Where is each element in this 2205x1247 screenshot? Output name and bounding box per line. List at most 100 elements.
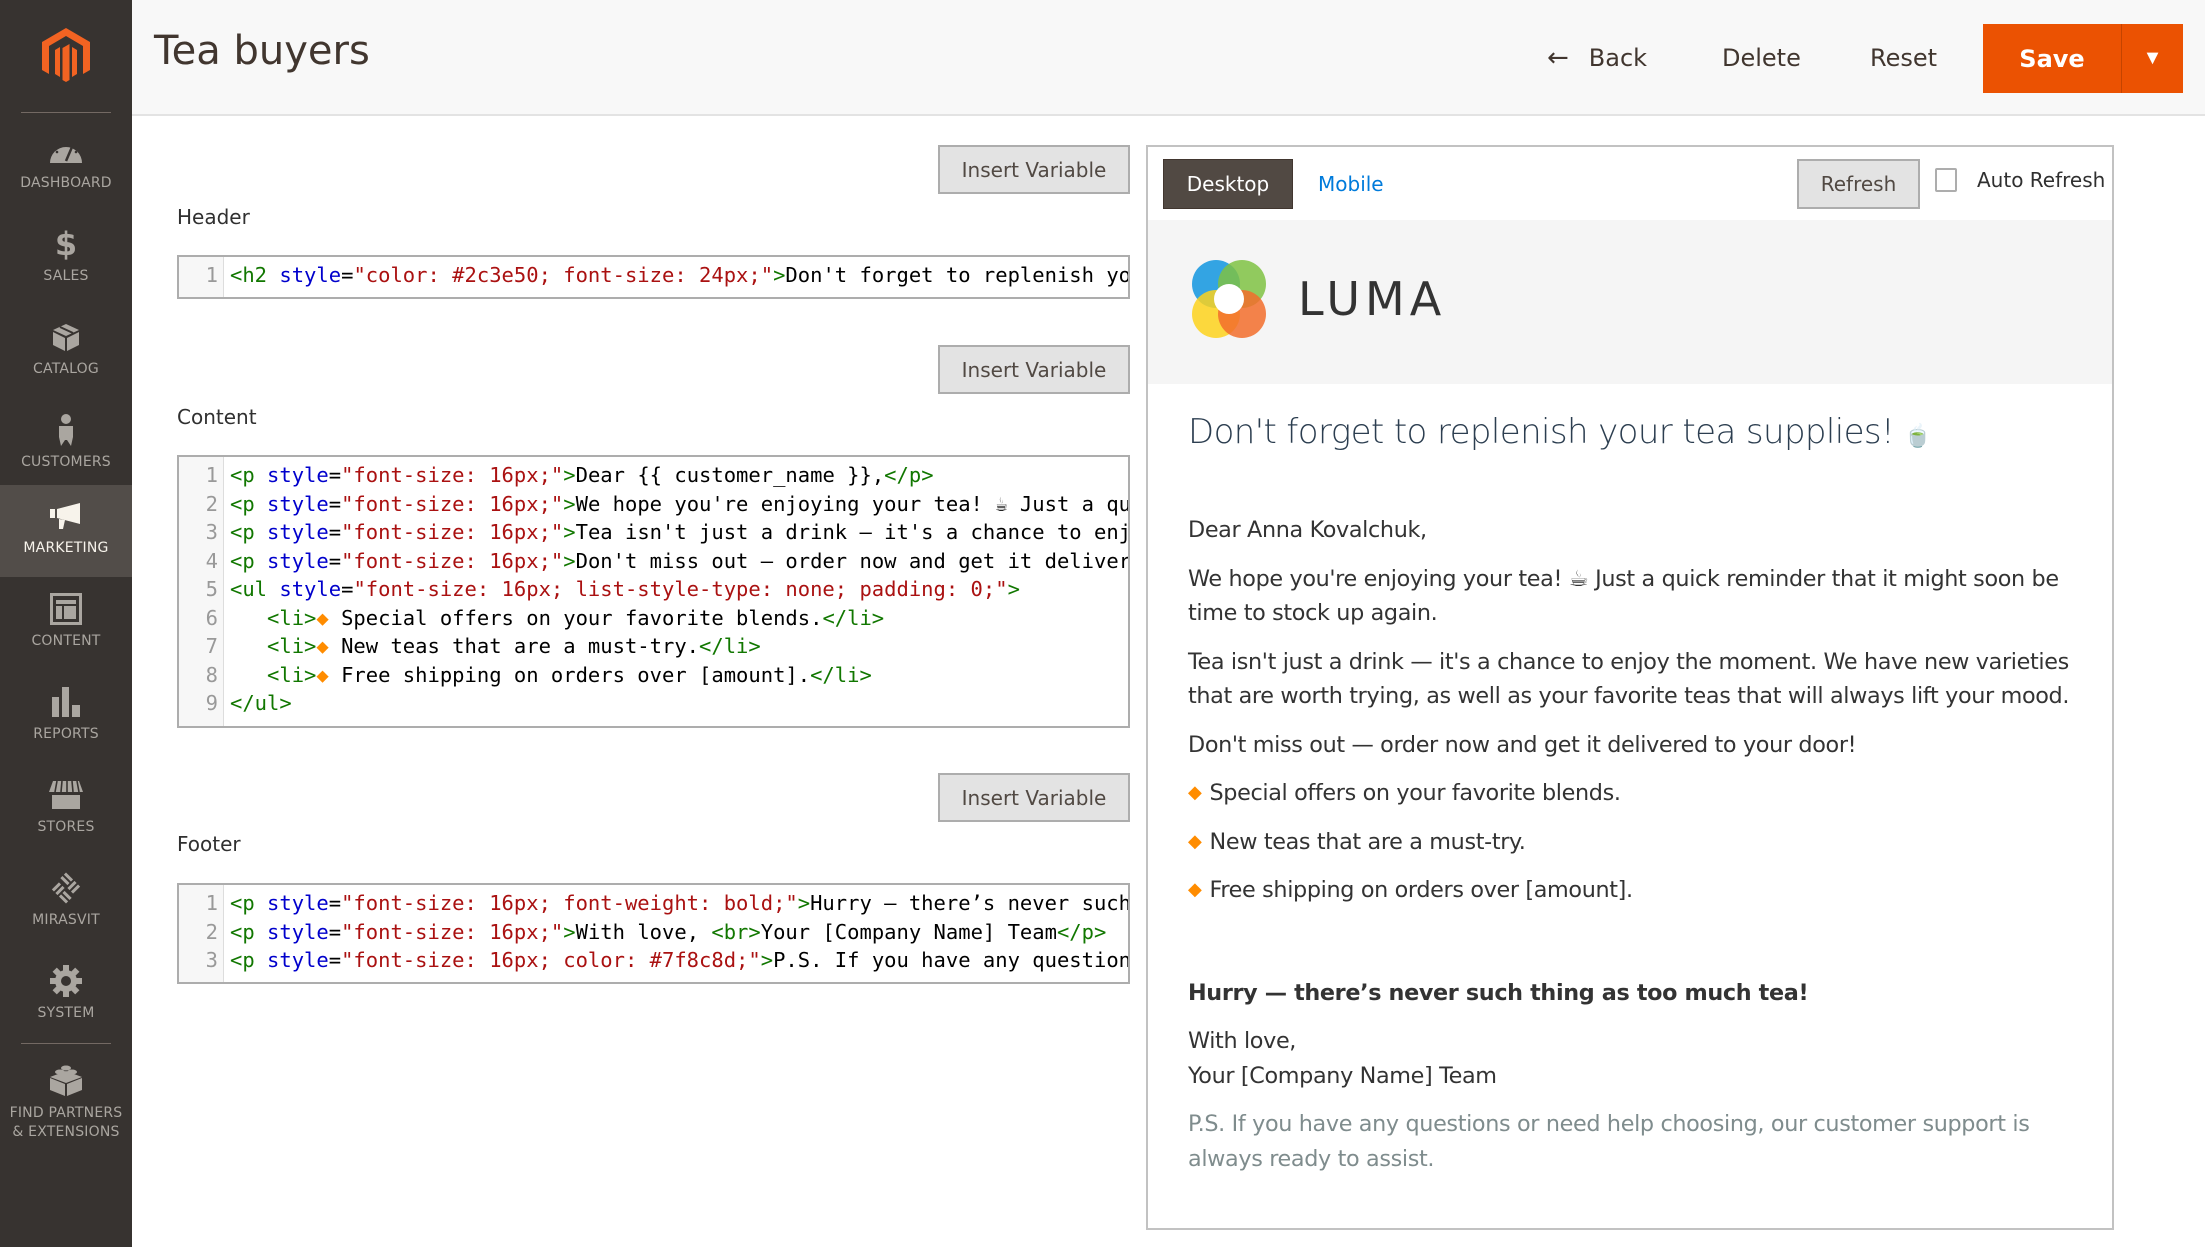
code-string: "color: #2c3e50; font-size: 24px;" — [353, 263, 774, 287]
sidebar-item-label: SYSTEM — [37, 1005, 95, 1021]
diamond-bullet-icon: ◆ — [1188, 830, 1202, 852]
layout-icon — [48, 592, 84, 626]
email-paragraph-1: We hope you're enjoying your tea! ☕ Just… — [1188, 565, 2059, 627]
auto-refresh-checkbox[interactable]: Auto Refresh — [1935, 168, 2105, 192]
dashboard-gauge-icon — [48, 134, 84, 168]
code-plain: Tea isn't just a drink — it's a chance t… — [575, 520, 1130, 544]
sidebar-item-sales[interactable]: $ SALES — [0, 213, 132, 305]
email-greeting: Dear Anna Kovalchuk, — [1188, 517, 1427, 543]
tab-desktop[interactable]: Desktop — [1163, 159, 1293, 209]
code-line[interactable]: 1 <h2 style="color: #2c3e50; font-size: 2… — [179, 261, 1128, 290]
code-line[interactable]: 2 <p style="font-size: 16px;">With love, … — [179, 918, 1128, 947]
code-line[interactable]: 4 <p style="font-size: 16px;">Don't miss … — [179, 547, 1128, 576]
code-plain: Hurry — there’s never such thing as too … — [810, 891, 1130, 915]
code-line[interactable]: 5 <ul style="font-size: 16px; list-style-… — [179, 575, 1128, 604]
sidebar-item-system[interactable]: SYSTEM — [0, 950, 132, 1042]
sidebar-item-mirasvit[interactable]: MIRASVIT — [0, 857, 132, 949]
admin-sidebar: DASHBOARD $ SALES CATALOG CUSTOMERS MARK… — [0, 0, 132, 1247]
email-list-item: ◆ Free shipping on orders over [amount]. — [1188, 873, 2088, 908]
email-signoff-line1: With love, — [1188, 1028, 1297, 1054]
code-line[interactable]: 2 <p style="font-size: 16px;">We hope you… — [179, 490, 1128, 519]
code-plain: Don't forget to replenish your tea suppl… — [785, 263, 1130, 287]
magento-logo[interactable] — [0, 0, 132, 112]
code-plain: = — [341, 577, 354, 601]
code-text: <p style="font-size: 16px; color: #7f8c8… — [224, 946, 1128, 975]
insert-variable-button-header[interactable]: Insert Variable — [938, 145, 1130, 194]
code-text: <p style="font-size: 16px;">Dear {{ cust… — [224, 461, 934, 490]
code-tag: <p — [230, 463, 268, 487]
insert-variable-button-footer[interactable]: Insert Variable — [938, 773, 1130, 822]
caret-down-icon: ▼ — [2142, 47, 2163, 69]
code-line[interactable]: 8 <li>◆ Free shipping on orders over [am… — [179, 661, 1128, 690]
save-button[interactable]: Save — [1983, 24, 2121, 93]
sidebar-item-stores[interactable]: STORES — [0, 764, 132, 856]
code-tag: </li> — [699, 634, 761, 658]
code-plain: = — [328, 463, 342, 487]
insert-variable-button-content[interactable]: Insert Variable — [938, 345, 1130, 394]
code-text: <ul style="font-size: 16px; list-style-t… — [224, 575, 1020, 604]
email-signoff-line2: Your [Company Name] Team — [1188, 1062, 1497, 1089]
storefront-icon — [48, 778, 84, 812]
lego-brick-icon — [48, 1064, 84, 1098]
sidebar-item-content[interactable]: CONTENT — [0, 578, 132, 670]
sidebar-item-marketing[interactable]: MARKETING — [0, 485, 132, 577]
code-string: "font-size: 16px; font-weight: bold;" — [341, 891, 798, 915]
code-text: <li>◆ Special offers on your favorite bl… — [224, 604, 884, 633]
sidebar-item-customers[interactable]: CUSTOMERS — [0, 399, 132, 491]
sidebar-item-label: MIRASVIT — [32, 912, 100, 928]
find-partners-line2: & EXTENSIONS — [12, 1124, 120, 1140]
sidebar-item-reports[interactable]: REPORTS — [0, 671, 132, 763]
code-tag: </li> — [822, 605, 885, 630]
code-plain: We hope you're enjoying your tea! ☕ Just… — [575, 491, 1130, 516]
bar-chart-icon — [48, 685, 84, 719]
code-tag: > — [797, 891, 811, 915]
megaphone-icon — [48, 499, 84, 533]
email-list-item-text: Special offers on your favorite blends. — [1209, 780, 1621, 806]
diamond-glyph-icon: ◆ — [316, 605, 329, 630]
sidebar-item-find-partners[interactable]: FIND PARTNERS & EXTENSIONS — [0, 1050, 132, 1160]
code-line[interactable]: 1 <p style="font-size: 16px;">Dear {{ cus… — [179, 461, 1128, 490]
header-code-editor[interactable]: 1 <h2 style="color: #2c3e50; font-size: 2… — [177, 255, 1130, 299]
code-plain: = — [328, 948, 342, 972]
email-body: Don't forget to replenish your tea suppl… — [1188, 410, 2088, 1176]
email-list-item-text: Free shipping on orders over [amount]. — [1209, 877, 1634, 903]
delete-button[interactable]: Delete — [1722, 37, 1801, 79]
reset-button[interactable]: Reset — [1870, 37, 1937, 79]
code-plain — [230, 663, 267, 687]
sidebar-divider — [21, 112, 111, 113]
tab-mobile[interactable]: Mobile — [1318, 159, 1384, 209]
code-line[interactable]: 3 <p style="font-size: 16px; color: #7f8c… — [179, 946, 1128, 975]
code-line[interactable]: 9 </ul> — [179, 689, 1128, 718]
back-button[interactable]: ← Back — [1547, 37, 1647, 79]
sidebar-item-label: FIND PARTNERS & EXTENSIONS — [10, 1104, 123, 1142]
line-number: 2 — [205, 491, 218, 516]
content-code-editor[interactable]: 1 <p style="font-size: 16px;">Dear {{ cus… — [177, 455, 1130, 728]
line-number: 3 — [205, 948, 218, 972]
code-tag: > — [563, 463, 576, 487]
dollar-icon: $ — [54, 225, 78, 263]
arrow-left-icon: ← — [1547, 43, 1569, 73]
checkbox-box[interactable] — [1935, 168, 1957, 192]
code-tag: <p — [230, 891, 268, 915]
line-number: 4 — [205, 548, 218, 573]
code-string: "font-size: 16px;" — [341, 919, 564, 944]
sidebar-item-catalog[interactable]: CATALOG — [0, 306, 132, 398]
email-signoff: With love, Your [Company Name] Team — [1188, 1024, 2088, 1093]
code-tag: <p — [230, 548, 268, 573]
code-line[interactable]: 3 <p style="font-size: 16px;">Tea isn't j… — [179, 518, 1128, 547]
code-line[interactable]: 6 <li>◆ Special offers on your favorite … — [179, 604, 1128, 633]
code-text: <p style="font-size: 16px;">With love, <… — [224, 918, 1106, 947]
sidebar-item-label: CONTENT — [31, 633, 101, 649]
line-number: 5 — [205, 577, 218, 601]
footer-code-editor[interactable]: 1 <p style="font-size: 16px; font-weight:… — [177, 883, 1130, 984]
refresh-button[interactable]: Refresh — [1797, 159, 1920, 209]
code-attribute: style — [279, 577, 342, 601]
sidebar-item-dashboard[interactable]: DASHBOARD — [0, 120, 132, 212]
code-line[interactable]: 1 <p style="font-size: 16px; font-weight:… — [179, 889, 1128, 918]
code-line[interactable]: 7 <li>◆ New teas that are a must-try.</l… — [179, 632, 1128, 661]
code-text: <p style="font-size: 16px; font-weight: … — [224, 889, 1130, 918]
code-attribute: style — [267, 520, 329, 544]
save-options-toggle[interactable]: ▼ — [2121, 24, 2183, 93]
line-number: 6 — [205, 605, 218, 630]
code-plain: Special offers on your favorite blends. — [328, 605, 823, 630]
